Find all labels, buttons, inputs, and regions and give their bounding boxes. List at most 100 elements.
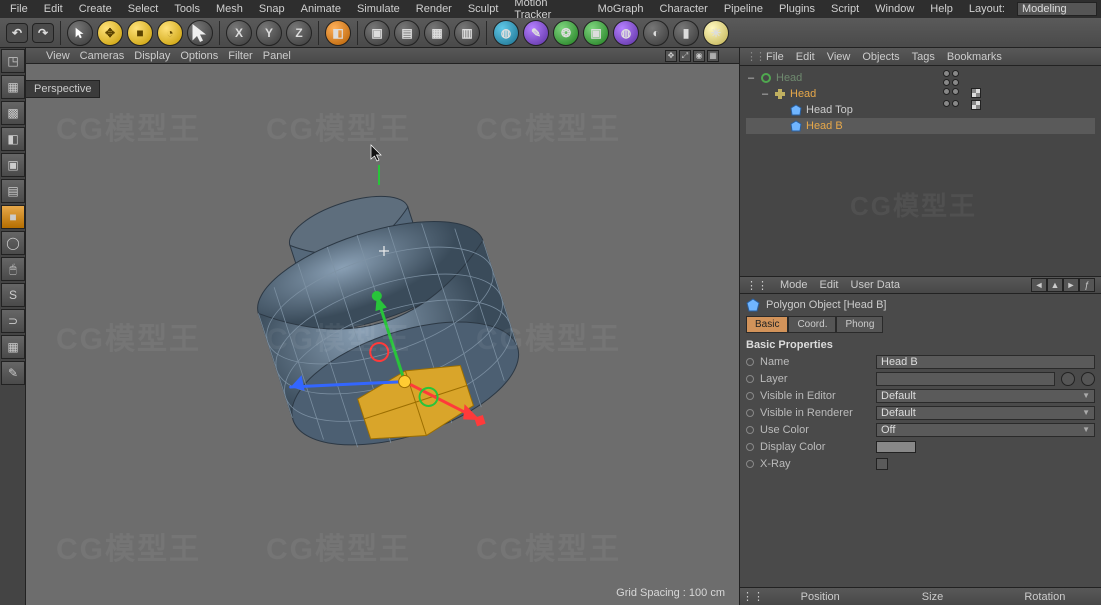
- poly-icon[interactable]: ▤: [1, 179, 25, 203]
- color-swatch[interactable]: [876, 441, 916, 453]
- om-menu-view[interactable]: View: [827, 51, 851, 63]
- brush-icon[interactable]: ✎: [1, 361, 25, 385]
- vp-menu-options[interactable]: Options: [180, 50, 218, 62]
- magnet-icon[interactable]: ⊃: [1, 309, 25, 333]
- head-model[interactable]: [213, 165, 553, 505]
- z-axis-lock[interactable]: Z: [286, 20, 312, 46]
- menu-plugins[interactable]: Plugins: [773, 2, 821, 16]
- viewport-canvas[interactable]: Perspective: [26, 64, 739, 605]
- add-deformer-button[interactable]: ◍: [613, 20, 639, 46]
- vp-toggle-icon[interactable]: ▦: [707, 50, 719, 62]
- iso-cube-icon[interactable]: ◧: [1, 127, 25, 151]
- text-input[interactable]: Head B: [876, 355, 1095, 369]
- tree-row[interactable]: Head Top: [746, 102, 1095, 118]
- layer-picker-button[interactable]: [1061, 372, 1075, 386]
- vp-menu-display[interactable]: Display: [134, 50, 170, 62]
- render-region-button[interactable]: ▤: [394, 20, 420, 46]
- grip-icon[interactable]: ⋮⋮: [746, 279, 768, 292]
- solid-cube-icon[interactable]: ■: [1, 205, 25, 229]
- menu-script[interactable]: Script: [825, 2, 865, 16]
- vp-menu-filter[interactable]: Filter: [228, 50, 252, 62]
- render-settings-button[interactable]: ▥: [454, 20, 480, 46]
- last-tool[interactable]: [187, 20, 213, 46]
- add-primitive-button[interactable]: ◍: [493, 20, 519, 46]
- visibility-dots[interactable]: [943, 70, 981, 110]
- om-menu-file[interactable]: File: [766, 51, 784, 63]
- redo-button[interactable]: ↷: [32, 23, 54, 43]
- menu-pipeline[interactable]: Pipeline: [718, 2, 769, 16]
- menu-tools[interactable]: Tools: [168, 2, 206, 16]
- tree-row[interactable]: Head B: [746, 118, 1095, 134]
- rotate-tool[interactable]: ◔: [157, 20, 183, 46]
- checkbox[interactable]: [876, 458, 888, 470]
- s-icon[interactable]: S: [1, 283, 25, 307]
- grip-icon[interactable]: ⋮⋮: [746, 50, 754, 63]
- menu-character[interactable]: Character: [654, 2, 714, 16]
- layout-dropdown[interactable]: Modeling: [1017, 2, 1097, 16]
- om-menu-tags[interactable]: Tags: [912, 51, 935, 63]
- add-camera-button[interactable]: ▮: [673, 20, 699, 46]
- add-light-button[interactable]: ☀: [703, 20, 729, 46]
- menu-snap[interactable]: Snap: [253, 2, 291, 16]
- menu-select[interactable]: Select: [122, 2, 165, 16]
- menu-mesh[interactable]: Mesh: [210, 2, 249, 16]
- menu-animate[interactable]: Animate: [295, 2, 347, 16]
- vp-pan-icon[interactable]: ✥: [665, 50, 677, 62]
- layer-clear-button[interactable]: [1081, 372, 1095, 386]
- wire-cube-icon[interactable]: ▣: [1, 153, 25, 177]
- om-menu-objects[interactable]: Objects: [862, 51, 899, 63]
- phong-tag-icon[interactable]: [971, 100, 981, 110]
- menu-file[interactable]: File: [4, 2, 34, 16]
- tree-row[interactable]: –Head: [746, 86, 1095, 102]
- vp-menu-panel[interactable]: Panel: [263, 50, 291, 62]
- live-select-tool[interactable]: [67, 20, 93, 46]
- vp-zoom-icon[interactable]: ⤢: [679, 50, 691, 62]
- om-menu-edit[interactable]: Edit: [796, 51, 815, 63]
- menu-sculpt[interactable]: Sculpt: [462, 2, 505, 16]
- nav-fn-button[interactable]: ƒ: [1079, 278, 1095, 292]
- tree-row[interactable]: –Head: [746, 70, 1095, 86]
- checker-icon[interactable]: ▩: [1, 101, 25, 125]
- dropdown[interactable]: Default▼: [876, 406, 1095, 420]
- dropdown[interactable]: Default▼: [876, 389, 1095, 403]
- expander-icon[interactable]: –: [760, 88, 770, 100]
- y-axis-lock[interactable]: Y: [256, 20, 282, 46]
- coord-system-button[interactable]: ◧: [325, 20, 351, 46]
- x-axis-lock[interactable]: X: [226, 20, 252, 46]
- menu-create[interactable]: Create: [73, 2, 118, 16]
- cube-icon[interactable]: ▦: [1, 75, 25, 99]
- add-spline-button[interactable]: ✎: [523, 20, 549, 46]
- nav-next-button[interactable]: ►: [1063, 278, 1079, 292]
- nav-prev-button[interactable]: ◄: [1031, 278, 1047, 292]
- om-menu-bookmarks[interactable]: Bookmarks: [947, 51, 1002, 63]
- am-menu-mode[interactable]: Mode: [780, 279, 808, 291]
- expander-icon[interactable]: –: [746, 72, 756, 84]
- am-menu-userdata[interactable]: User Data: [851, 279, 901, 291]
- add-environment-button[interactable]: ◐: [643, 20, 669, 46]
- menu-render[interactable]: Render: [410, 2, 458, 16]
- tab-basic[interactable]: Basic: [746, 316, 788, 333]
- add-generator2-button[interactable]: ▣: [583, 20, 609, 46]
- phong-tag-icon[interactable]: [971, 88, 981, 98]
- tab-coord[interactable]: Coord.: [788, 316, 836, 333]
- vp-menu-cameras[interactable]: Cameras: [80, 50, 125, 62]
- render-view-button[interactable]: ▣: [364, 20, 390, 46]
- menu-simulate[interactable]: Simulate: [351, 2, 406, 16]
- add-generator-button[interactable]: ❂: [553, 20, 579, 46]
- undo-button[interactable]: ↶: [6, 23, 28, 43]
- text-input[interactable]: [876, 372, 1055, 386]
- grip-icon[interactable]: ⋮⋮: [742, 590, 764, 603]
- grid-icon[interactable]: ▦: [1, 335, 25, 359]
- move-tool[interactable]: ✥: [97, 20, 123, 46]
- am-menu-edit[interactable]: Edit: [820, 279, 839, 291]
- nav-up-button[interactable]: ▲: [1047, 278, 1063, 292]
- vp-menu-view[interactable]: View: [46, 50, 70, 62]
- vp-orbit-icon[interactable]: ◉: [693, 50, 705, 62]
- dropdown[interactable]: Off▼: [876, 423, 1095, 437]
- tab-phong[interactable]: Phong: [836, 316, 883, 333]
- menu-help[interactable]: Help: [924, 2, 959, 16]
- object-tree[interactable]: –Head–HeadHead TopHead B CG模型王: [740, 66, 1101, 276]
- loop-icon[interactable]: ◯: [1, 231, 25, 255]
- mouse-icon[interactable]: 🖱: [1, 257, 25, 281]
- menu-edit[interactable]: Edit: [38, 2, 69, 16]
